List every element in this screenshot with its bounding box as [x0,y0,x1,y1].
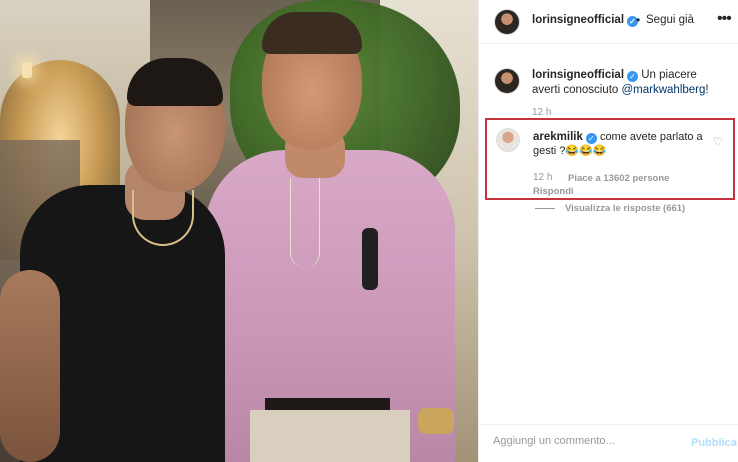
author-avatar[interactable] [494,9,520,35]
add-comment-input[interactable] [493,435,673,447]
caption-mention-link[interactable]: @markwahlberg [622,84,706,96]
verified-badge-icon: ✓ [585,133,597,144]
following-button[interactable]: Segui già [646,14,694,26]
highlighted-comment: arekmilik ✓ come avete parlato a gesti ?😂… [485,118,735,200]
person-right-necklace [290,178,320,268]
view-replies-label[interactable]: Visualizza le risposte (661) [565,203,685,214]
person-right-hair [262,12,362,54]
replies-divider-line [535,207,555,209]
photo-background-lamp [22,62,32,78]
verified-badge-icon: ✓ [627,71,639,82]
post-side-panel: lorinsigneofficial ✓ • Segui già ••• lori… [478,0,738,462]
person-left-arm [0,270,60,462]
header-separator: • [636,13,641,27]
caption-text: lorinsigneofficial ✓ Un piacere averti co… [532,68,722,98]
comment-timestamp[interactable]: 12 h [533,172,552,183]
caption-username[interactable]: lorinsigneofficial [532,69,624,81]
caption-suffix: ! [705,84,709,96]
commenter-username[interactable]: arekmilik [533,131,583,143]
reply-button[interactable]: Rispondi [533,186,574,197]
person-right-watch [418,408,454,434]
post-header: lorinsigneofficial ✓ • Segui già ••• [479,0,738,44]
author-username-row[interactable]: lorinsigneofficial ✓ [532,14,639,27]
post-photo[interactable] [0,0,478,462]
comment-composer: Pubblica [479,424,738,462]
more-options-icon[interactable]: ••• [717,10,732,28]
publish-button[interactable]: Pubblica [691,437,737,449]
person-right-pants [250,410,410,462]
commenter-avatar[interactable] [496,128,520,152]
person-right-sunglasses [362,228,378,290]
comment-likes-count[interactable]: Piace a 13602 persone [568,173,669,184]
caption-timestamp[interactable]: 12 h [532,107,551,118]
author-username[interactable]: lorinsigneofficial [532,14,624,26]
caption-author-avatar[interactable] [494,68,520,94]
view-replies-button[interactable]: Visualizza le risposte (661) [535,203,685,214]
comment-text: arekmilik ✓ come avete parlato a gesti ?😂… [533,130,708,158]
like-comment-heart-icon[interactable]: ♡ [713,135,723,148]
